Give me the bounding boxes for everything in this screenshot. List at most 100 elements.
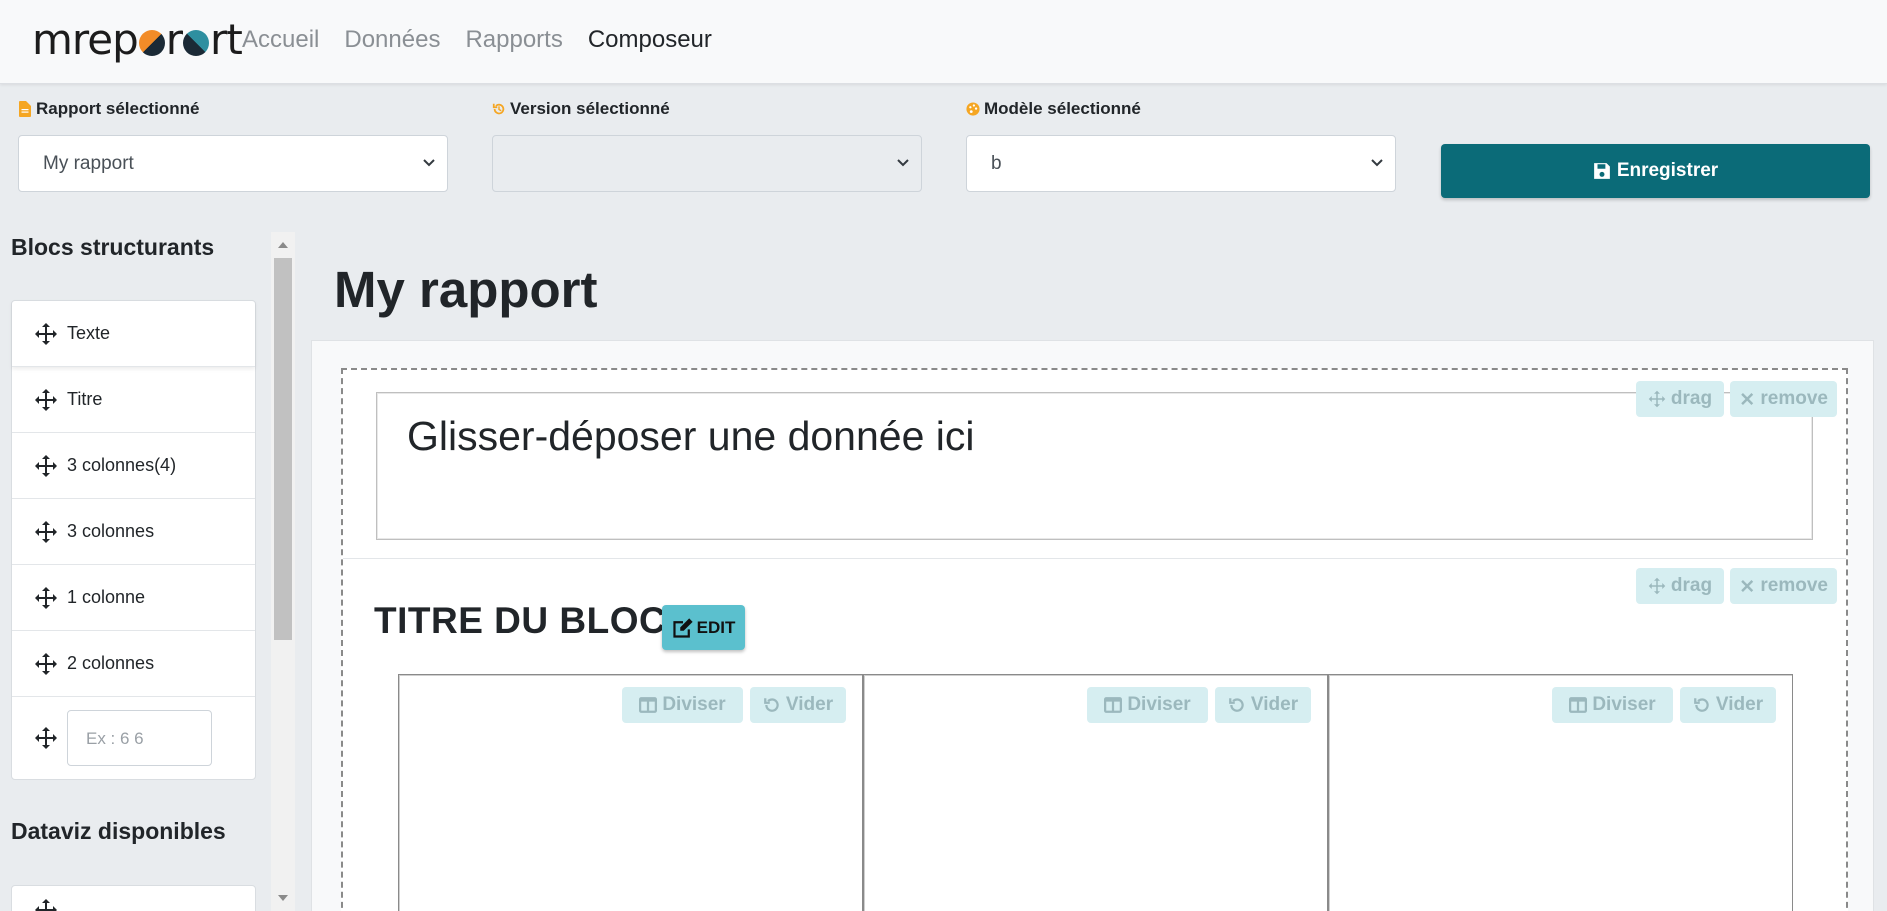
- nav-link-donnees[interactable]: Données: [344, 26, 440, 54]
- move-icon: [35, 586, 57, 609]
- bloc-item-label: Texte: [67, 323, 111, 343]
- remove-label: remove: [1760, 575, 1828, 596]
- sidebar-scrollbar[interactable]: [271, 232, 295, 911]
- file-icon: [19, 101, 31, 117]
- bloc-item-label: 2 colonnes: [67, 653, 155, 673]
- bloc-item-label: 3 colonnes: [67, 521, 155, 541]
- bloc-item-1-colonne[interactable]: 1 colonne: [12, 565, 255, 631]
- version-selector-group: Version sélectionné: [492, 98, 922, 192]
- move-icon: [35, 652, 57, 675]
- bloc-item-titre[interactable]: Titre: [12, 367, 255, 433]
- chevron-down-icon: [1371, 159, 1383, 167]
- edit-icon: [673, 617, 693, 638]
- modele-selector-label: Modèle sélectionné: [966, 98, 1141, 120]
- palette-icon: [966, 102, 980, 116]
- version-label-text: Version sélectionné: [510, 99, 670, 118]
- move-icon: [1648, 577, 1666, 595]
- clear-label: Vider: [785, 694, 834, 715]
- rapport-select-value: My rapport: [43, 153, 134, 174]
- clear-label: Vider: [1715, 694, 1764, 715]
- bloc-item-3-colonnes-4[interactable]: 3 colonnes(4): [12, 433, 255, 499]
- move-icon: [35, 454, 57, 477]
- move-icon: [35, 520, 57, 543]
- save-button[interactable]: Enregistrer: [1441, 144, 1870, 198]
- move-icon: [35, 727, 57, 749]
- save-button-label: Enregistrer: [1616, 160, 1719, 181]
- close-icon: [1741, 393, 1754, 405]
- remove-button[interactable]: remove: [1730, 568, 1837, 604]
- bloc-item-label: Titre: [67, 389, 103, 409]
- split-button[interactable]: Diviser: [622, 687, 743, 723]
- version-selector-label: Version sélectionné: [492, 98, 670, 120]
- clear-button[interactable]: Vider: [750, 687, 846, 723]
- block-separator: [343, 558, 1846, 559]
- move-icon: [35, 899, 57, 911]
- drag-label: drag: [1670, 575, 1713, 596]
- move-icon: [35, 388, 57, 411]
- drag-button[interactable]: drag: [1636, 381, 1724, 417]
- columns-icon: [1569, 697, 1588, 713]
- rapport-label-text: Rapport sélectionné: [36, 99, 200, 118]
- blocs-list: Texte Titre 3 colonnes(4) 3 colonnes 1 c…: [11, 300, 256, 780]
- bloc-item-label: 1 colonne: [67, 587, 146, 607]
- clear-label: Vider: [1250, 694, 1299, 715]
- move-icon: [1648, 390, 1666, 408]
- columns-icon: [1104, 697, 1123, 713]
- history-icon: [492, 103, 505, 115]
- split-button[interactable]: Diviser: [1087, 687, 1208, 723]
- bloc-item-custom-columns[interactable]: Ex : 6 6: [12, 697, 255, 779]
- brand-logo[interactable]: mrep r rt: [32, 14, 243, 64]
- chevron-down-icon: [423, 159, 435, 167]
- custom-columns-input[interactable]: Ex : 6 6: [67, 710, 212, 766]
- scroll-up-arrow-icon[interactable]: [278, 242, 288, 248]
- modele-select-value: b: [991, 153, 1002, 174]
- undo-icon: [1694, 698, 1709, 712]
- drag-label: drag: [1670, 388, 1713, 409]
- logo-ball-icon: [183, 30, 210, 56]
- modele-label-text: Modèle sélectionné: [984, 99, 1141, 118]
- report-title: My rapport: [334, 261, 598, 318]
- remove-button[interactable]: remove: [1730, 381, 1837, 417]
- version-select[interactable]: [492, 135, 922, 192]
- nav-link-rapports[interactable]: Rapports: [465, 26, 562, 54]
- dataviz-item[interactable]: [11, 885, 256, 911]
- rapport-selector-group: Rapport sélectionné My rapport: [18, 98, 448, 192]
- modele-select[interactable]: b: [966, 135, 1396, 192]
- block-title: TITRE DU BLOC: [374, 600, 667, 641]
- split-label: Diviser: [662, 694, 726, 715]
- top-navbar: mrep r rt Accueil Données Rapports Compose…: [0, 0, 1887, 84]
- floppy-disk-icon: [1593, 163, 1610, 179]
- scrollbar-thumb[interactable]: [274, 258, 292, 640]
- blocs-structurants-title: Blocs structurants: [11, 234, 215, 260]
- rapport-select[interactable]: My rapport: [18, 135, 448, 192]
- logo-ball-icon: [138, 30, 165, 56]
- nav-link-accueil[interactable]: Accueil: [242, 26, 319, 54]
- nav-links: Accueil Données Rapports Composeur: [242, 26, 712, 54]
- chevron-down-icon: [897, 159, 909, 167]
- edit-button-label: EDIT: [696, 617, 736, 637]
- rapport-selector-label: Rapport sélectionné: [18, 98, 199, 120]
- modele-selector-group: Modèle sélectionné b: [966, 98, 1396, 192]
- drop-zone-placeholder: Glisser-déposer une donnée ici: [407, 413, 975, 459]
- clear-button[interactable]: Vider: [1680, 687, 1776, 723]
- bloc-item-texte[interactable]: Texte: [12, 301, 255, 367]
- clear-button[interactable]: Vider: [1215, 687, 1311, 723]
- data-drop-zone[interactable]: Glisser-déposer une donnée ici: [376, 392, 1813, 540]
- remove-label: remove: [1760, 388, 1828, 409]
- bloc-item-2-colonnes[interactable]: 2 colonnes: [12, 631, 255, 697]
- split-label: Diviser: [1127, 694, 1191, 715]
- nav-link-composeur[interactable]: Composeur: [588, 26, 712, 54]
- columns-icon: [639, 697, 658, 713]
- scroll-down-arrow-icon[interactable]: [278, 895, 288, 901]
- dataviz-disponibles-title: Dataviz disponibles: [11, 818, 226, 844]
- move-icon: [35, 322, 57, 345]
- bloc-item-3-colonnes[interactable]: 3 colonnes: [12, 499, 255, 565]
- bloc-item-label: 3 colonnes(4): [67, 455, 177, 475]
- split-button[interactable]: Diviser: [1552, 687, 1673, 723]
- split-label: Diviser: [1592, 694, 1656, 715]
- drag-button[interactable]: drag: [1636, 568, 1724, 604]
- undo-icon: [764, 698, 779, 712]
- close-icon: [1741, 580, 1754, 592]
- undo-icon: [1229, 698, 1244, 712]
- edit-button[interactable]: EDIT: [662, 605, 745, 650]
